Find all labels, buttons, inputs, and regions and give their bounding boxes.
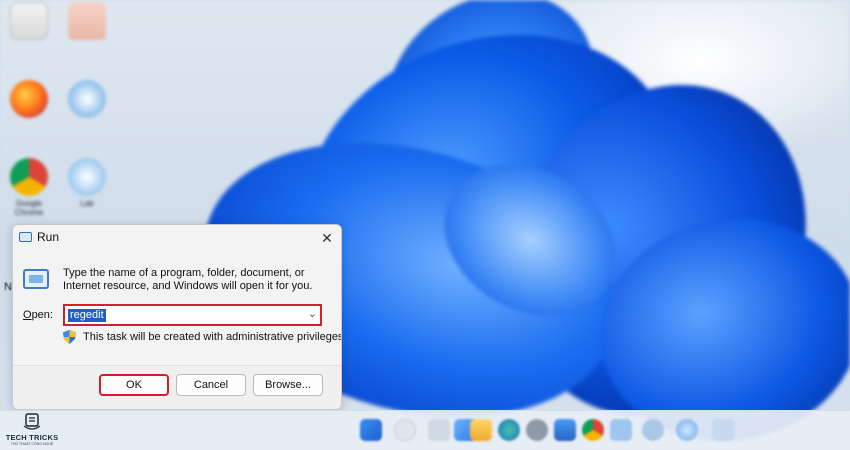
dialog-button-bar: OK Cancel Browse... — [13, 365, 341, 409]
firefox-icon — [10, 80, 48, 118]
desktop-icon-chrome[interactable]: Google Chrome — [4, 158, 54, 217]
desktop-icon-firefox[interactable] — [4, 80, 54, 121]
open-label: Open: — [23, 309, 53, 321]
close-icon[interactable]: ✕ — [317, 228, 337, 248]
partial-desktop-label: N — [4, 281, 12, 293]
chrome-icon — [10, 158, 48, 196]
store-icon[interactable] — [554, 419, 576, 441]
logo-icon — [23, 413, 41, 430]
file-explorer-icon[interactable] — [470, 419, 492, 441]
folder-icon — [68, 2, 106, 40]
recycle-bin-icon — [10, 2, 48, 40]
edge-icon[interactable] — [498, 419, 520, 441]
chevron-down-icon[interactable]: ⌄ — [308, 307, 317, 320]
app-icon-2 — [68, 158, 106, 196]
app-icon-2[interactable] — [712, 419, 734, 441]
app-icon — [68, 80, 106, 118]
dialog-title-bar[interactable]: Run ✕ — [13, 225, 341, 251]
start-icon[interactable] — [360, 419, 382, 441]
open-label-accesskey: O — [23, 309, 32, 321]
ok-button[interactable]: OK — [99, 374, 169, 396]
dialog-title: Run — [37, 230, 60, 244]
settings-icon[interactable] — [526, 419, 548, 441]
uac-shield-icon — [63, 330, 76, 344]
open-input-selected-text[interactable]: regedit — [68, 309, 106, 322]
mail-icon[interactable] — [610, 419, 632, 441]
search-icon[interactable] — [394, 419, 416, 441]
desktop-icon-folder[interactable] — [62, 2, 112, 43]
tech-tricks-logo: TECH TRICKS THỦ THUẬT CÔNG NGHỆ — [4, 412, 60, 448]
dialog-description: Type the name of a program, folder, docu… — [63, 267, 313, 292]
logo-subtitle: THỦ THUẬT CÔNG NGHỆ — [10, 442, 54, 446]
open-label-text: pen: — [31, 309, 53, 321]
desktop-icon-label: Google Chrome — [14, 199, 44, 217]
desktop-icon-label: Lab — [80, 199, 94, 208]
taskbar — [0, 410, 850, 450]
desktop-icon-app[interactable] — [62, 80, 112, 121]
browse-button[interactable]: Browse... — [253, 374, 323, 396]
run-dialog: Run ✕ Type the name of a program, folder… — [12, 224, 342, 410]
open-combobox[interactable]: regedit ⌄ — [63, 304, 322, 326]
task-view-icon[interactable] — [428, 419, 450, 441]
photos-icon[interactable] — [676, 419, 698, 441]
run-title-icon — [19, 232, 32, 242]
run-program-icon — [23, 269, 49, 289]
logo-title: TECH TRICKS — [5, 433, 59, 442]
app-icon[interactable] — [642, 419, 664, 441]
desktop-icon-recycle-bin[interactable] — [4, 2, 54, 43]
chrome-icon[interactable] — [582, 419, 604, 441]
admin-note-text: This task will be created with administr… — [83, 331, 342, 343]
desktop-icon-app-2[interactable]: Lab — [62, 158, 112, 208]
cancel-button[interactable]: Cancel — [176, 374, 246, 396]
